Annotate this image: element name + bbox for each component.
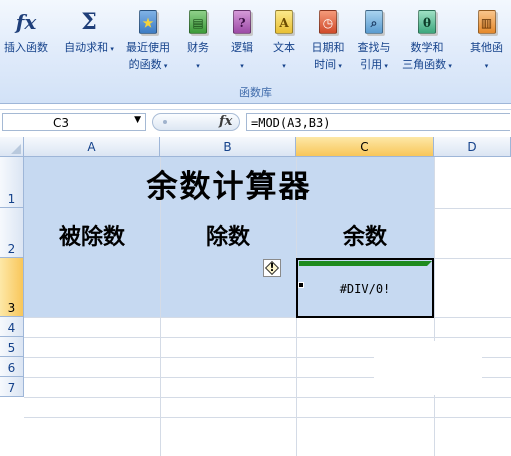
- row-header-5[interactable]: 5: [0, 337, 24, 357]
- autosum-label: 自动求和: [64, 41, 109, 54]
- finance-book-icon: ▤: [185, 8, 211, 36]
- sigma-icon: Σ: [81, 9, 97, 35]
- row-header-2[interactable]: 2: [0, 208, 24, 258]
- recently-used-label-2: 的函数: [128, 58, 162, 71]
- row-header-3[interactable]: 3: [0, 258, 24, 317]
- select-all-corner[interactable]: [0, 137, 24, 157]
- row-header-5-label: 5: [7, 341, 16, 355]
- autosum-button[interactable]: Σ 自动求和 ▾: [60, 4, 118, 58]
- ribbon: fx 插入函数 Σ 自动求和 ▾ ★ 最近使用 的函数 ▾ ▤ 财务 ▾ ? 逻辑…: [0, 0, 511, 104]
- text-label: 文本: [273, 41, 295, 54]
- row-header-1-label: 1: [7, 192, 16, 206]
- row-header-6[interactable]: 6: [0, 357, 24, 377]
- column-header-b[interactable]: B: [160, 137, 296, 157]
- math-trig-button[interactable]: θ 数学和 三角函数 ▾: [396, 4, 458, 75]
- formula-input[interactable]: =MOD(A3,B3): [246, 113, 510, 131]
- name-box[interactable]: C3 ▼: [2, 113, 146, 131]
- insert-function-pill[interactable]: fx: [152, 113, 240, 131]
- row-header-7[interactable]: 7: [0, 377, 24, 397]
- theta-book-icon: θ: [414, 8, 440, 36]
- insert-function-label: 插入函数: [4, 41, 48, 54]
- name-box-value: C3: [53, 116, 70, 130]
- gridline: [24, 397, 511, 398]
- column-header-a[interactable]: A: [24, 137, 160, 157]
- row-header-1[interactable]: 1: [0, 157, 24, 208]
- column-header-c[interactable]: C: [296, 137, 434, 157]
- logical-label: 逻辑: [231, 41, 253, 54]
- more-functions-button[interactable]: ▥ 其他函 ▾: [462, 4, 511, 75]
- gridline: [434, 157, 435, 456]
- lookup-button[interactable]: ⌕ 查找与 引用 ▾: [352, 4, 396, 75]
- splitter-dot-icon[interactable]: [163, 120, 167, 124]
- recently-used-label-1: 最近使用: [126, 41, 170, 54]
- row-header-7-label: 7: [7, 381, 16, 395]
- math-trig-label-1: 数学和: [410, 41, 444, 54]
- worksheet-grid: A B C D 1 2 3 4 5 6 7 余数计算器 被除数 除数 余数 ! …: [0, 137, 511, 456]
- sheet-title-cell[interactable]: 余数计算器: [24, 161, 434, 206]
- financial-button[interactable]: ▤ 财务 ▾: [180, 4, 216, 75]
- active-cell-c3[interactable]: #DIV/0!: [296, 258, 434, 318]
- formula-text: =MOD(A3,B3): [251, 116, 331, 130]
- c3-value: #DIV/0!: [339, 282, 391, 296]
- row-header-2-label: 2: [7, 242, 16, 256]
- error-check-button[interactable]: !: [263, 259, 281, 277]
- chevron-down-icon[interactable]: ▼: [134, 115, 141, 125]
- remainder-header-cell[interactable]: 余数: [296, 219, 434, 251]
- error-indicator-icon: [299, 261, 432, 266]
- gridline: [434, 208, 511, 209]
- magnifier-book-icon: ⌕: [361, 8, 387, 36]
- formula-bar: C3 ▼ fx =MOD(A3,B3): [0, 109, 511, 133]
- clock-book-icon: ◷: [315, 8, 341, 36]
- question-book-icon: ?: [229, 8, 255, 36]
- row-header-4-label: 4: [7, 321, 16, 335]
- more-book-icon: ▥: [474, 8, 500, 36]
- text-book-icon: A: [271, 8, 297, 36]
- more-functions-label: 其他函: [470, 41, 503, 54]
- blank-area: [374, 341, 482, 395]
- row-header-4[interactable]: 4: [0, 317, 24, 337]
- dividend-header-cell[interactable]: 被除数: [24, 219, 160, 251]
- row-header-6-label: 6: [7, 361, 16, 375]
- gridline: [434, 258, 511, 259]
- lookup-label-1: 查找与: [357, 41, 391, 54]
- divisor-header-cell[interactable]: 除数: [160, 219, 296, 251]
- fx-icon[interactable]: fx: [219, 114, 232, 129]
- function-library-group-label: 函数库: [239, 86, 272, 99]
- gridline: [24, 417, 511, 418]
- gridline: [24, 317, 511, 318]
- insert-function-button[interactable]: fx 插入函数: [0, 4, 52, 56]
- gridline: [24, 337, 511, 338]
- fx-icon: fx: [15, 10, 37, 34]
- date-time-label-2: 时间: [314, 58, 337, 71]
- date-time-label-1: 日期和: [311, 41, 345, 54]
- error-tag-symbol: !: [269, 261, 275, 274]
- column-header-d[interactable]: D: [434, 137, 511, 157]
- lookup-label-2: 引用: [360, 58, 383, 71]
- financial-label: 财务: [187, 41, 209, 54]
- fill-handle[interactable]: [298, 282, 304, 288]
- row-header-3-label: 3: [7, 301, 16, 315]
- logical-button[interactable]: ? 逻辑 ▾: [224, 4, 260, 75]
- date-time-button[interactable]: ◷ 日期和 时间 ▾: [306, 4, 350, 75]
- star-book-icon: ★: [135, 8, 161, 36]
- text-button[interactable]: A 文本 ▾: [266, 4, 302, 75]
- recently-used-button[interactable]: ★ 最近使用 的函数 ▾: [118, 4, 178, 75]
- math-trig-label-2: 三角函数: [402, 58, 447, 71]
